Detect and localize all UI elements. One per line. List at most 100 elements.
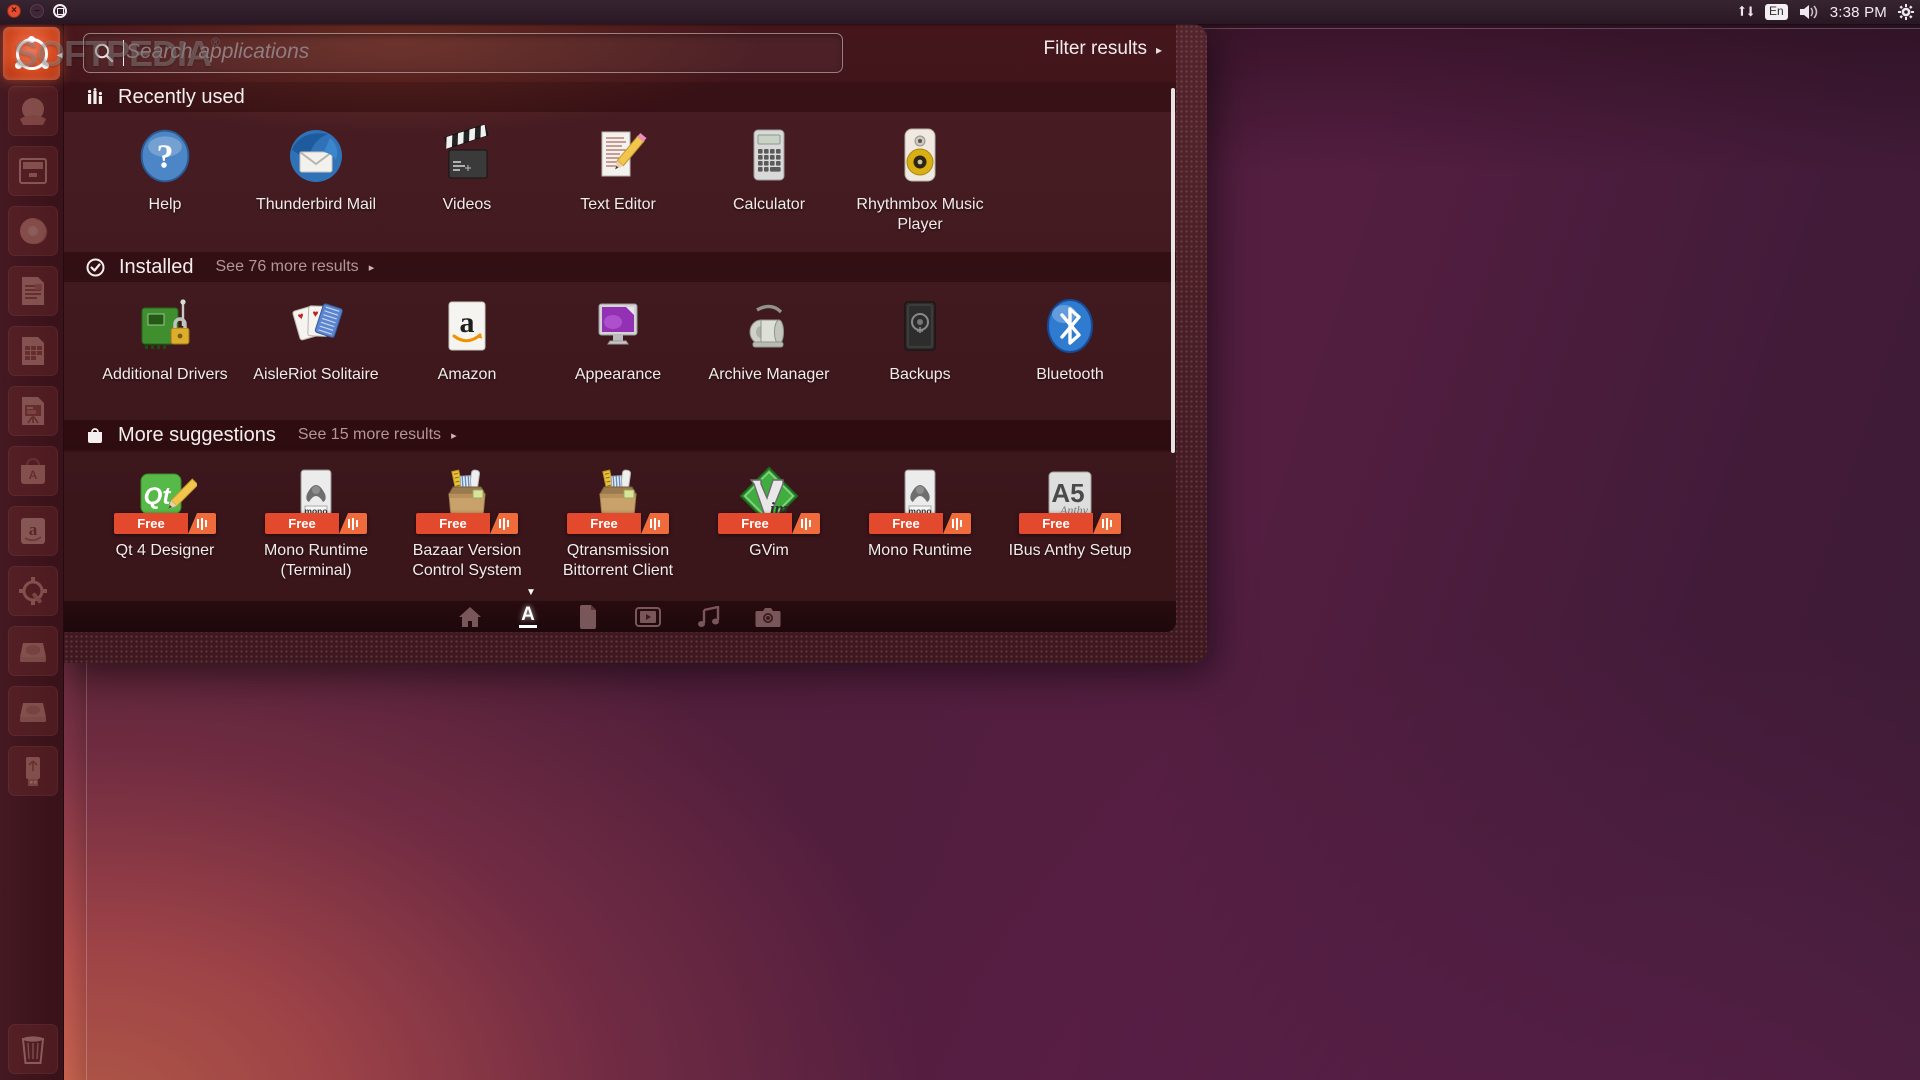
system-tray: En 3:38 PM [1738, 0, 1914, 24]
app-tile-ibus-anthy[interactable]: A5Anthy Free IBus Anthy Setup [995, 460, 1145, 561]
app-tile-qtransmission[interactable]: Free Qtransmission Bittorrent Client [543, 460, 693, 580]
app-tile-qt4-designer[interactable]: Qt Free Qt 4 Designer [90, 460, 240, 561]
svg-text:♥: ♥ [312, 309, 318, 320]
app-tile-mono-runtime[interactable]: mono Free Mono Runtime [845, 460, 995, 561]
lens-photos[interactable] [751, 603, 785, 630]
minimize-button[interactable]: – [30, 4, 44, 18]
app-label: Bazaar Version Control System [393, 541, 541, 580]
amazon-launcher-icon: a [15, 513, 51, 549]
app-label: Thunderbird Mail [256, 195, 376, 215]
home-icon [458, 606, 482, 628]
maximize-button[interactable] [53, 4, 67, 18]
clock[interactable]: 3:38 PM [1830, 4, 1887, 21]
scroll-down-caret-icon[interactable]: ▼ [521, 587, 541, 598]
app-label: AisleRiot Solitaire [253, 365, 378, 385]
chevron-right-icon: ▸ [1156, 43, 1162, 57]
app-label: Appearance [575, 365, 661, 385]
app-label: Amazon [438, 365, 497, 385]
app-tile-mono-runtime-terminal[interactable]: mono Free Mono Runtime (Terminal) [241, 460, 391, 580]
shopping-bag-icon [86, 426, 104, 444]
app-tile-aisleriot[interactable]: ♥♥♥ AisleRiot Solitaire [241, 290, 391, 385]
lens-bar: A [64, 600, 1176, 632]
session-gear-icon[interactable] [1898, 4, 1914, 20]
launcher-item-software-center[interactable]: A [8, 446, 58, 496]
thunderbird-icon [284, 124, 348, 188]
help-icon: ? [135, 124, 195, 188]
app-label: Qt 4 Designer [116, 541, 215, 561]
search-input[interactable] [124, 33, 842, 73]
dash-home-button[interactable] [3, 27, 60, 80]
lens-files[interactable] [571, 603, 605, 630]
app-label: Mono Runtime [868, 541, 972, 561]
camera-lens-icon [755, 607, 781, 627]
search-box[interactable] [83, 33, 843, 73]
see-more-suggestions[interactable]: See 15 more results ▸ [298, 426, 457, 444]
app-label: Qtransmission Bittorrent Client [544, 541, 692, 580]
launcher-item-libreoffice-impress[interactable] [8, 386, 58, 436]
backups-icon [888, 294, 952, 358]
unity-dash: Filter results ▸ Recently used ? Help Th… [64, 24, 1207, 663]
section-header-more-suggestions: More suggestions See 15 more results ▸ [64, 420, 1176, 450]
section-title: Recently used [118, 86, 245, 109]
app-tile-amazon[interactable]: a Amazon [392, 290, 542, 385]
launcher-item-disk-drive[interactable] [8, 626, 58, 676]
filter-results-button[interactable]: Filter results ▸ [1044, 38, 1163, 60]
launcher-item-trash[interactable] [8, 1024, 58, 1074]
app-label: GVim [749, 541, 789, 561]
launcher-item-unknown-app[interactable] [8, 86, 58, 136]
lens-home[interactable] [453, 603, 487, 630]
launcher-item-files[interactable] [8, 146, 58, 196]
software-center-ribbon-icon [792, 513, 820, 534]
app-tile-bluetooth[interactable]: Bluetooth [995, 290, 1145, 385]
disk-drive-icon [15, 693, 51, 729]
calc-icon [15, 333, 51, 369]
settings-gear-icon [15, 573, 51, 609]
app-tile-appearance[interactable]: Appearance [543, 290, 693, 385]
close-button[interactable]: × [7, 4, 21, 18]
music-lens-icon [696, 606, 720, 628]
launcher-item-amazon[interactable]: a [8, 506, 58, 556]
launcher-item-disk-drive-2[interactable] [8, 686, 58, 736]
chevron-right-icon: ▸ [451, 429, 457, 442]
launcher-item-libreoffice-calc[interactable] [8, 326, 58, 376]
app-tile-calculator[interactable]: Calculator [694, 120, 844, 215]
app-tile-help[interactable]: ? Help [90, 120, 240, 215]
trash-icon [15, 1031, 51, 1067]
lens-videos[interactable] [631, 603, 665, 630]
lens-music[interactable] [691, 603, 725, 630]
launcher-item-system-settings[interactable] [8, 566, 58, 616]
app-label: Calculator [733, 195, 805, 215]
network-arrows-icon[interactable] [1738, 5, 1754, 19]
see-more-installed[interactable]: See 76 more results ▸ [216, 258, 375, 276]
free-badge: Free [416, 513, 518, 534]
launcher-item-libreoffice-writer[interactable] [8, 266, 58, 316]
app-tile-bazaar[interactable]: Free Bazaar Version Control System [392, 460, 542, 580]
app-tile-gvim[interactable]: im Free GVim [694, 460, 844, 561]
free-badge: Free [567, 513, 669, 534]
lens-applications[interactable]: A [511, 603, 545, 630]
app-tile-text-editor[interactable]: Text Editor [543, 120, 693, 215]
app-label: Help [149, 195, 182, 215]
videos-icon [435, 124, 499, 188]
software-center-ribbon-icon [641, 513, 669, 534]
app-tile-additional-drivers[interactable]: Additional Drivers [90, 290, 240, 385]
app-tile-backups[interactable]: Backups [845, 290, 995, 385]
installed-grid: Additional Drivers ♥♥♥ AisleRiot Solitai… [64, 282, 1176, 420]
launcher-active-arrow-icon: ◄ [55, 50, 64, 60]
app-label: Mono Runtime (Terminal) [242, 541, 390, 580]
launcher-item-usb-drive[interactable] [8, 746, 58, 796]
app-label: Backups [889, 365, 950, 385]
app-tile-thunderbird[interactable]: Thunderbird Mail [241, 120, 391, 215]
keyboard-indicator[interactable]: En [1765, 4, 1788, 20]
calculator-icon [737, 124, 801, 188]
app-tile-archive-manager[interactable]: Archive Manager [694, 290, 844, 385]
dash-scrollbar[interactable] [1171, 88, 1175, 453]
app-tile-videos[interactable]: Videos [392, 120, 542, 215]
app-tile-rhythmbox[interactable]: Rhythmbox Music Player [845, 120, 995, 234]
section-title: More suggestions [118, 424, 276, 447]
software-center-icon: A [15, 453, 51, 489]
volume-icon[interactable] [1799, 4, 1819, 20]
launcher-item-firefox[interactable] [8, 206, 58, 256]
text-editor-icon [586, 124, 650, 188]
app-label: Rhythmbox Music Player [846, 195, 994, 234]
